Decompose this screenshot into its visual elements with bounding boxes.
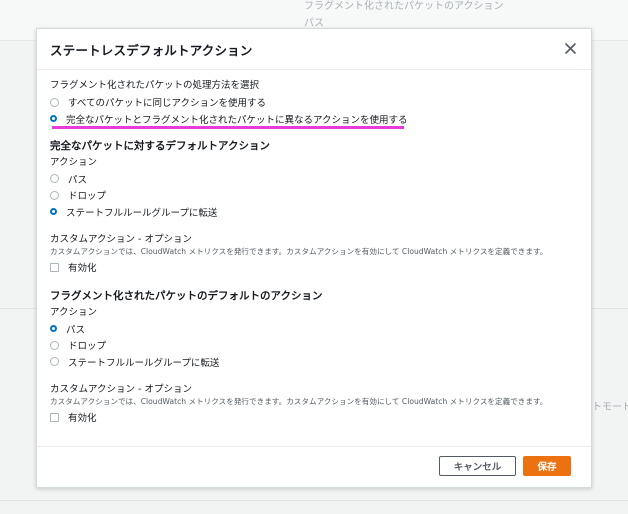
radio-label: 完全なパケットとフラグメント化されたパケットに異なるアクションを使用する [66,114,408,126]
radio-different-action[interactable]: 完全なパケットとフラグメント化されたパケットに異なるアクションを使用する [50,111,580,128]
radio-label: ドロップ [68,341,107,353]
radio-full-drop[interactable]: ドロップ [50,187,580,204]
stateless-default-actions-modal: ステートレスデフォルトアクション フラグメント化されたパケットの処理方法を選択 … [36,28,592,488]
checkbox-icon [50,412,59,422]
modal-footer: キャンセル 保存 [37,446,591,487]
radio-selected-icon [50,208,57,216]
radio-label: ステートフルルールグループに転送 [68,357,220,369]
modal-header: ステートレスデフォルトアクション [37,29,591,70]
radio-fragmented-pass[interactable]: パス [50,321,580,338]
close-button[interactable] [561,39,579,57]
custom-action-title: カスタムアクション - オプション [50,234,192,245]
radio-unselected-icon [50,340,59,350]
fragmented-action-radio-group: パス ドロップ ステートフルルールグループに転送 [50,321,580,371]
radio-unselected-icon [50,357,59,367]
radio-label: パス [66,324,86,336]
radio-unselected-icon [50,97,59,107]
checkbox-full-enable[interactable]: 有効化 [50,259,580,276]
fragment-handling-label: フラグメント化されたパケットの処理方法を選択 [50,80,260,91]
full-custom-action: カスタムアクション - オプション カスタムアクションでは、CloudWatch… [50,233,580,276]
close-icon [564,42,576,54]
radio-label: パス [68,174,88,186]
background-text: フラグメント化されたパケットのアクション [304,1,504,12]
radio-unselected-icon [50,190,59,200]
fragmented-packets-section: フラグメント化されたパケットのデフォルトのアクション アクション パス ドロップ… [50,289,580,426]
custom-action-description: カスタムアクションでは、CloudWatch メトリクスを発行できます。カスタム… [50,247,548,256]
custom-action-title: カスタムアクション - オプション [50,384,192,395]
background-divider [0,500,628,501]
modal-title: ステートレスデフォルトアクション [50,43,253,58]
full-packets-section: 完全なパケットに対するデフォルトアクション アクション パス ドロップ ステート… [50,139,580,276]
radio-label: ドロップ [68,191,107,203]
radio-label: ステートフルルールグループに転送 [66,207,218,219]
checkbox-fragmented-enable[interactable]: 有効化 [50,409,580,426]
radio-selected-icon [50,115,57,123]
checkbox-label: 有効化 [68,413,97,425]
save-button[interactable]: 保存 [523,456,571,476]
radio-selected-icon [50,325,57,333]
radio-fragmented-forward[interactable]: ステートフルルールグループに転送 [50,354,580,371]
checkbox-label: 有効化 [68,263,97,275]
radio-unselected-icon [50,174,59,184]
cancel-button[interactable]: キャンセル [439,456,516,476]
action-label: アクション [50,306,98,318]
full-action-radio-group: パス ドロップ ステートフルルールグループに転送 [50,171,580,221]
radio-full-pass[interactable]: パス [50,171,580,188]
radio-fragmented-drop[interactable]: ドロップ [50,337,580,354]
modal-body: フラグメント化されたパケットの処理方法を選択 すべてのパケットに同じアクションを… [50,79,580,426]
custom-action-description: カスタムアクションでは、CloudWatch メトリクスを発行できます。カスタム… [50,397,548,406]
radio-full-forward[interactable]: ステートフルルールグループに転送 [50,204,580,221]
highlight-underline [52,126,404,129]
checkbox-icon [50,262,59,272]
background-text: パス [304,18,324,29]
fragmented-custom-action: カスタムアクション - オプション カスタムアクションでは、CloudWatch… [50,383,580,426]
fragmented-packets-title: フラグメント化されたパケットのデフォルトのアクション [50,289,323,302]
fragment-handling-radio-group: すべてのパケットに同じアクションを使用する 完全なパケットとフラグメント化された… [50,94,580,127]
radio-label: すべてのパケットに同じアクションを使用する [68,98,266,110]
action-label: アクション [50,156,98,168]
radio-same-action[interactable]: すべてのパケットに同じアクションを使用する [50,94,580,111]
full-packets-title: 完全なパケットに対するデフォルトアクション [50,139,270,152]
